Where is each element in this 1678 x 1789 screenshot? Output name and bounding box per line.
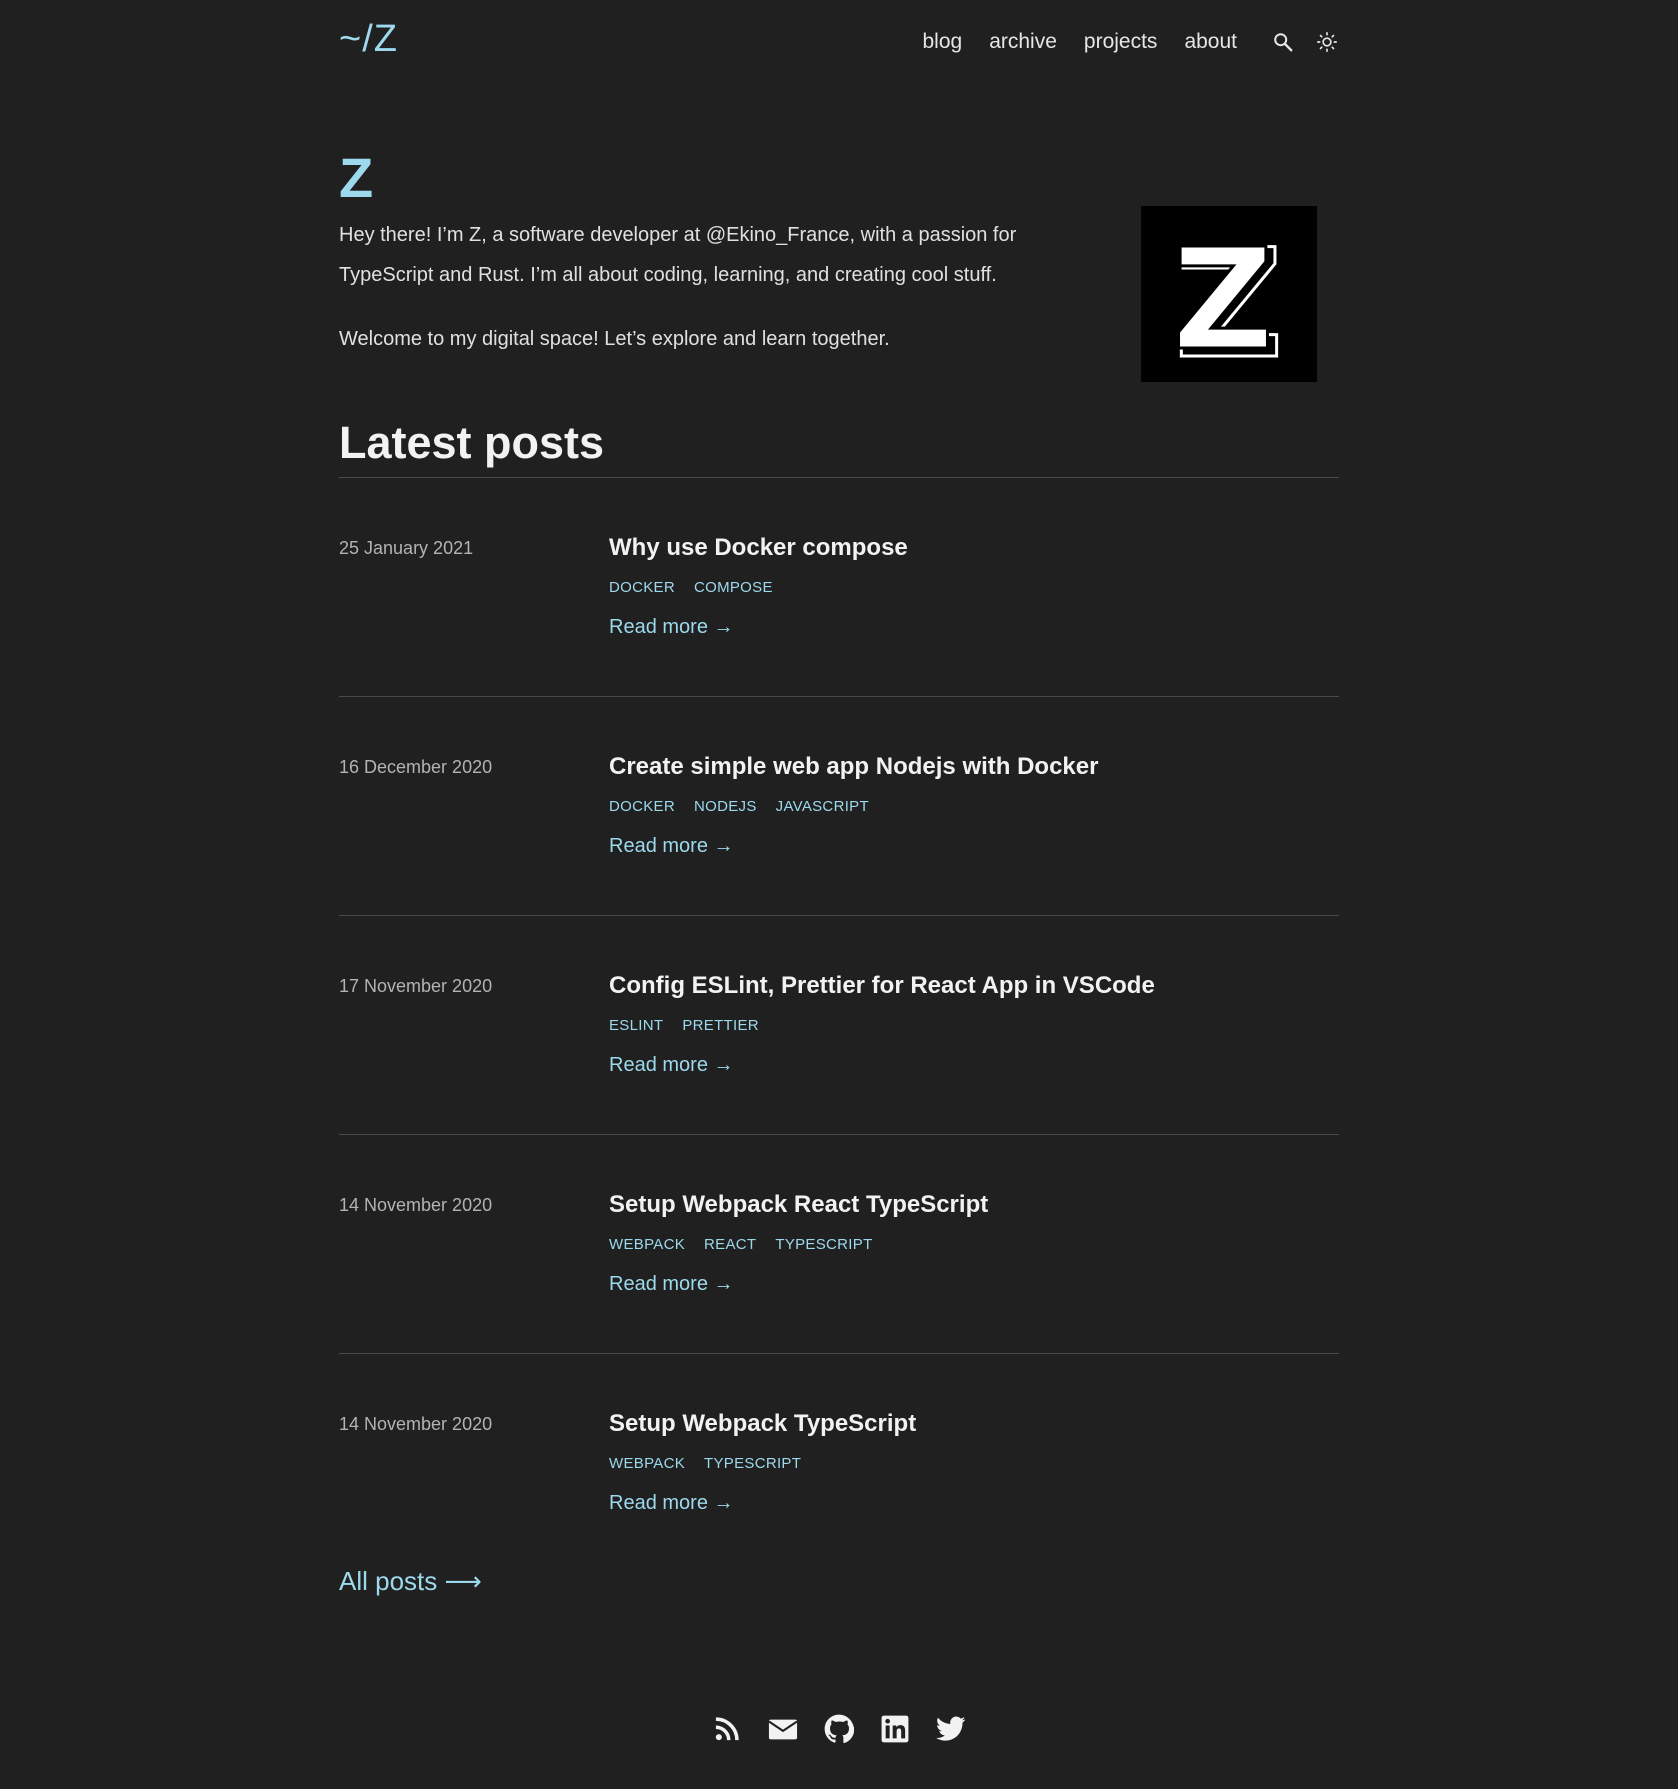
main-nav: blog archive projects about bbox=[923, 30, 1340, 54]
read-more-link[interactable]: Read more → bbox=[609, 1273, 734, 1296]
intro-section: Z Hey there! I’m Z, a software developer… bbox=[339, 150, 1339, 420]
tag-link[interactable]: ESLINT bbox=[609, 1017, 663, 1034]
nav-blog[interactable]: blog bbox=[923, 30, 963, 54]
tag-link[interactable]: JAVASCRIPT bbox=[776, 798, 869, 815]
post-title-link[interactable]: Setup Webpack TypeScript bbox=[609, 1410, 916, 1438]
page: ~/Z blog archive projects about Z Hey th… bbox=[339, 0, 1339, 1597]
post-date: 17 November 2020 bbox=[339, 976, 493, 996]
intro-paragraph: Hey there! I’m Z, a software developer a… bbox=[339, 224, 1017, 286]
rss-icon[interactable] bbox=[712, 1714, 742, 1744]
post-title-link[interactable]: Create simple web app Nodejs with Docker bbox=[609, 753, 1098, 781]
nav-archive[interactable]: archive bbox=[989, 30, 1057, 54]
intro-paragraph: Welcome to my digital space! Let’s explo… bbox=[339, 328, 890, 350]
tag-link[interactable]: TYPESCRIPT bbox=[704, 1455, 801, 1472]
tag-link[interactable]: COMPOSE bbox=[694, 579, 773, 596]
post-title-link[interactable]: Why use Docker compose bbox=[609, 534, 908, 562]
post-title-link[interactable]: Setup Webpack React TypeScript bbox=[609, 1191, 988, 1219]
tag-link[interactable]: TYPESCRIPT bbox=[775, 1236, 872, 1253]
avatar-letter: Z bbox=[1172, 219, 1274, 382]
post-tags: DOCKER COMPOSE bbox=[609, 579, 792, 596]
twitter-icon[interactable] bbox=[936, 1714, 966, 1744]
nav-about[interactable]: about bbox=[1184, 30, 1237, 54]
latest-posts-section: Latest posts 25 January 2021 Why use Doc… bbox=[339, 420, 1339, 1597]
linkedin-icon[interactable] bbox=[880, 1714, 910, 1744]
nav-projects[interactable]: projects bbox=[1084, 30, 1158, 54]
read-more-link[interactable]: Read more → bbox=[609, 835, 734, 858]
post-date: 14 November 2020 bbox=[339, 1195, 493, 1215]
post-date: 25 January 2021 bbox=[339, 538, 474, 558]
post-tags: WEBPACK TYPESCRIPT bbox=[609, 1455, 820, 1472]
post-tags: WEBPACK REACT TYPESCRIPT bbox=[609, 1236, 892, 1253]
post-item: 25 January 2021 Why use Docker compose D… bbox=[339, 478, 1339, 697]
github-icon[interactable] bbox=[824, 1714, 854, 1744]
post-item: 16 December 2020 Create simple web app N… bbox=[339, 697, 1339, 916]
site-logo[interactable]: ~/Z bbox=[339, 18, 398, 61]
post-tags: ESLINT PRETTIER bbox=[609, 1017, 778, 1034]
intro-text: Hey there! I’m Z, a software developer a… bbox=[339, 215, 1039, 383]
tag-link[interactable]: DOCKER bbox=[609, 579, 675, 596]
post-item: 14 November 2020 Setup Webpack React Typ… bbox=[339, 1135, 1339, 1354]
read-more-link[interactable]: Read more → bbox=[609, 1492, 734, 1515]
site-footer bbox=[0, 1714, 1678, 1744]
tag-link[interactable]: WEBPACK bbox=[609, 1455, 685, 1472]
read-more-link[interactable]: Read more → bbox=[609, 1054, 734, 1077]
tag-link[interactable]: PRETTIER bbox=[682, 1017, 759, 1034]
tag-link[interactable]: NODEJS bbox=[694, 798, 757, 815]
tag-link[interactable]: REACT bbox=[704, 1236, 756, 1253]
mail-icon[interactable] bbox=[768, 1714, 798, 1744]
search-icon[interactable] bbox=[1271, 30, 1295, 54]
post-date: 14 November 2020 bbox=[339, 1414, 493, 1434]
tag-link[interactable]: DOCKER bbox=[609, 798, 675, 815]
all-posts-link[interactable]: All posts ⟶ bbox=[339, 1566, 482, 1597]
post-item: 17 November 2020 Config ESLint, Prettier… bbox=[339, 916, 1339, 1135]
tag-link[interactable]: WEBPACK bbox=[609, 1236, 685, 1253]
sun-icon[interactable] bbox=[1315, 30, 1339, 54]
post-date: 16 December 2020 bbox=[339, 757, 493, 777]
site-header: ~/Z blog archive projects about bbox=[339, 0, 1339, 90]
post-title-link[interactable]: Config ESLint, Prettier for React App in… bbox=[609, 972, 1155, 1000]
post-item: 14 November 2020 Setup Webpack TypeScrip… bbox=[339, 1354, 1339, 1564]
section-title: Latest posts bbox=[339, 420, 1339, 478]
read-more-link[interactable]: Read more → bbox=[609, 616, 734, 639]
post-tags: DOCKER NODEJS JAVASCRIPT bbox=[609, 798, 888, 815]
intro-title: Z bbox=[339, 146, 374, 209]
avatar: Z Z bbox=[1141, 206, 1317, 394]
